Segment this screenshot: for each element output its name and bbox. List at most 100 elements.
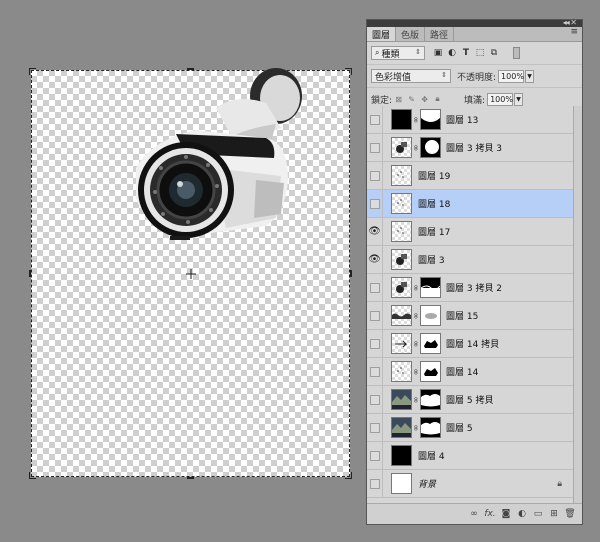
tab-layers[interactable]: 圖層 xyxy=(367,27,397,41)
layer-name[interactable]: 圖層 5 拷貝 xyxy=(446,393,493,406)
opacity-input[interactable]: 100% xyxy=(498,69,525,83)
filter-shape-icon[interactable]: ⬚ xyxy=(475,48,485,58)
layer-thumbnail[interactable] xyxy=(391,165,412,186)
layer-visibility-toggle[interactable] xyxy=(367,329,383,358)
layer-mask-thumbnail[interactable] xyxy=(420,417,441,438)
add-mask-icon[interactable]: ◙ xyxy=(498,508,514,520)
filter-adjustment-icon[interactable]: ◐ xyxy=(447,48,457,58)
layer-row[interactable]: ∞ 圖層 3 拷貝 2 xyxy=(367,273,574,302)
layer-row[interactable]: ∞ 圖層 14 xyxy=(367,357,574,386)
layer-mask-thumbnail[interactable] xyxy=(420,277,441,298)
layer-visibility-toggle[interactable] xyxy=(367,385,383,414)
layer-visibility-toggle[interactable] xyxy=(367,133,383,162)
filter-smart-object-icon[interactable]: ⧉ xyxy=(489,48,499,58)
filter-pixel-icon[interactable]: ▣ xyxy=(433,48,443,58)
new-layer-icon[interactable]: ⊞ xyxy=(546,508,562,520)
layer-thumbnail[interactable] xyxy=(391,389,412,410)
layer-row[interactable]: 👁︎ 圖層 3 xyxy=(367,245,574,274)
layer-visibility-toggle[interactable] xyxy=(367,189,383,218)
layer-name[interactable]: 圖層 3 xyxy=(418,253,445,266)
document-canvas[interactable] xyxy=(29,68,352,479)
layer-name[interactable]: 圖層 18 xyxy=(418,197,450,210)
transform-handle-tl[interactable] xyxy=(29,68,36,75)
layer-name[interactable]: 圖層 13 xyxy=(446,113,478,126)
layer-row[interactable]: 圖層 4 xyxy=(367,441,574,470)
adjustment-layer-icon[interactable]: ◐ xyxy=(514,508,530,520)
layer-visibility-toggle[interactable]: 👁︎ xyxy=(367,217,383,246)
layer-style-icon[interactable]: fx. xyxy=(482,508,498,520)
layer-visibility-toggle[interactable] xyxy=(367,469,383,498)
layer-name[interactable]: 圖層 4 xyxy=(418,449,445,462)
lock-image-icon[interactable]: ✎ xyxy=(407,95,416,104)
filter-type-icon[interactable]: T xyxy=(461,48,471,58)
layer-thumbnail[interactable] xyxy=(391,137,412,158)
collapse-icon[interactable]: ◂◂ ✕ xyxy=(563,18,577,27)
panel-titlebar[interactable]: ◂◂ ✕ xyxy=(367,18,582,27)
layer-name[interactable]: 圖層 5 xyxy=(446,421,473,434)
blend-mode-select[interactable]: 色彩增值 ⇕ xyxy=(371,69,451,83)
layer-visibility-toggle[interactable]: 👁︎ xyxy=(367,245,383,274)
transform-handle-br[interactable] xyxy=(345,472,352,479)
transform-handle-left[interactable] xyxy=(29,270,31,277)
link-layers-icon[interactable]: ∞ xyxy=(466,508,482,520)
layer-row[interactable]: ∞ 圖層 5 xyxy=(367,413,574,442)
layer-thumbnail[interactable] xyxy=(391,445,412,466)
layer-thumbnail[interactable] xyxy=(391,221,412,242)
layer-name[interactable]: 圖層 14 拷貝 xyxy=(446,337,499,350)
layer-name[interactable]: 背景 xyxy=(418,477,436,490)
layer-thumbnail[interactable] xyxy=(391,417,412,438)
layer-mask-thumbnail[interactable] xyxy=(420,333,441,354)
delete-layer-icon[interactable]: 🗑︎ xyxy=(562,508,578,520)
layer-thumbnail[interactable] xyxy=(391,305,412,326)
layer-mask-thumbnail[interactable] xyxy=(420,389,441,410)
filter-toggle-switch[interactable] xyxy=(513,47,520,59)
layer-visibility-toggle[interactable] xyxy=(367,441,383,470)
transform-handle-bl[interactable] xyxy=(29,472,36,479)
layer-visibility-toggle[interactable] xyxy=(367,413,383,442)
layer-row[interactable]: 👁︎ 圖層 17 xyxy=(367,217,574,246)
transform-handle-bottom[interactable] xyxy=(187,477,194,479)
new-group-icon[interactable]: ▭ xyxy=(530,508,546,520)
layer-visibility-toggle[interactable] xyxy=(367,273,383,302)
layer-thumbnail[interactable] xyxy=(391,277,412,298)
layer-thumbnail[interactable] xyxy=(391,333,412,354)
layer-name[interactable]: 圖層 15 xyxy=(446,309,478,322)
fill-input[interactable]: 100% xyxy=(487,92,514,106)
pivot-point-icon[interactable] xyxy=(186,269,196,279)
lock-transparent-icon[interactable]: ⊠ xyxy=(394,95,403,104)
layer-row[interactable]: ∞ 圖層 15 xyxy=(367,301,574,330)
opacity-slider-button[interactable]: ▼ xyxy=(525,69,535,83)
layer-mask-thumbnail[interactable] xyxy=(420,109,441,130)
layer-thumbnail[interactable] xyxy=(391,473,412,494)
transform-handle-tr[interactable] xyxy=(345,68,352,75)
layer-visibility-toggle[interactable] xyxy=(367,106,383,134)
layer-row[interactable]: ∞ 圖層 3 拷貝 3 xyxy=(367,133,574,162)
layer-thumbnail[interactable] xyxy=(391,249,412,270)
tab-paths[interactable]: 路徑 xyxy=(425,27,455,41)
tab-channels[interactable]: 色版 xyxy=(396,27,426,41)
lock-all-icon[interactable]: 🔒︎ xyxy=(433,94,442,104)
layer-name[interactable]: 圖層 3 拷貝 3 xyxy=(446,141,502,154)
layers-scrollbar[interactable] xyxy=(573,106,582,504)
layer-mask-thumbnail[interactable] xyxy=(420,137,441,158)
layer-mask-thumbnail[interactable] xyxy=(420,361,441,382)
layer-thumbnail[interactable] xyxy=(391,193,412,214)
fill-slider-button[interactable]: ▼ xyxy=(514,92,524,106)
transform-handle-right[interactable] xyxy=(350,270,352,277)
panel-menu-icon[interactable]: ≡ xyxy=(570,27,578,37)
layer-name[interactable]: 圖層 17 xyxy=(418,225,450,238)
layer-row[interactable]: ∞ 圖層 13 xyxy=(367,106,574,134)
layer-mask-thumbnail[interactable] xyxy=(420,305,441,326)
layer-thumbnail[interactable] xyxy=(391,361,412,382)
layer-row[interactable]: 圖層 18 xyxy=(367,189,574,218)
layer-name[interactable]: 圖層 14 xyxy=(446,365,478,378)
filter-kind-select[interactable]: ⌕ 種類 ⇕ xyxy=(371,46,425,60)
layer-row[interactable]: ∞ 圖層 5 拷貝 xyxy=(367,385,574,414)
layer-thumbnail[interactable] xyxy=(391,109,412,130)
layer-visibility-toggle[interactable] xyxy=(367,161,383,190)
layer-name[interactable]: 圖層 3 拷貝 2 xyxy=(446,281,502,294)
layer-row[interactable]: ∞ 圖層 14 拷貝 xyxy=(367,329,574,358)
layer-visibility-toggle[interactable] xyxy=(367,357,383,386)
layer-visibility-toggle[interactable] xyxy=(367,301,383,330)
layer-row[interactable]: 圖層 19 xyxy=(367,161,574,190)
